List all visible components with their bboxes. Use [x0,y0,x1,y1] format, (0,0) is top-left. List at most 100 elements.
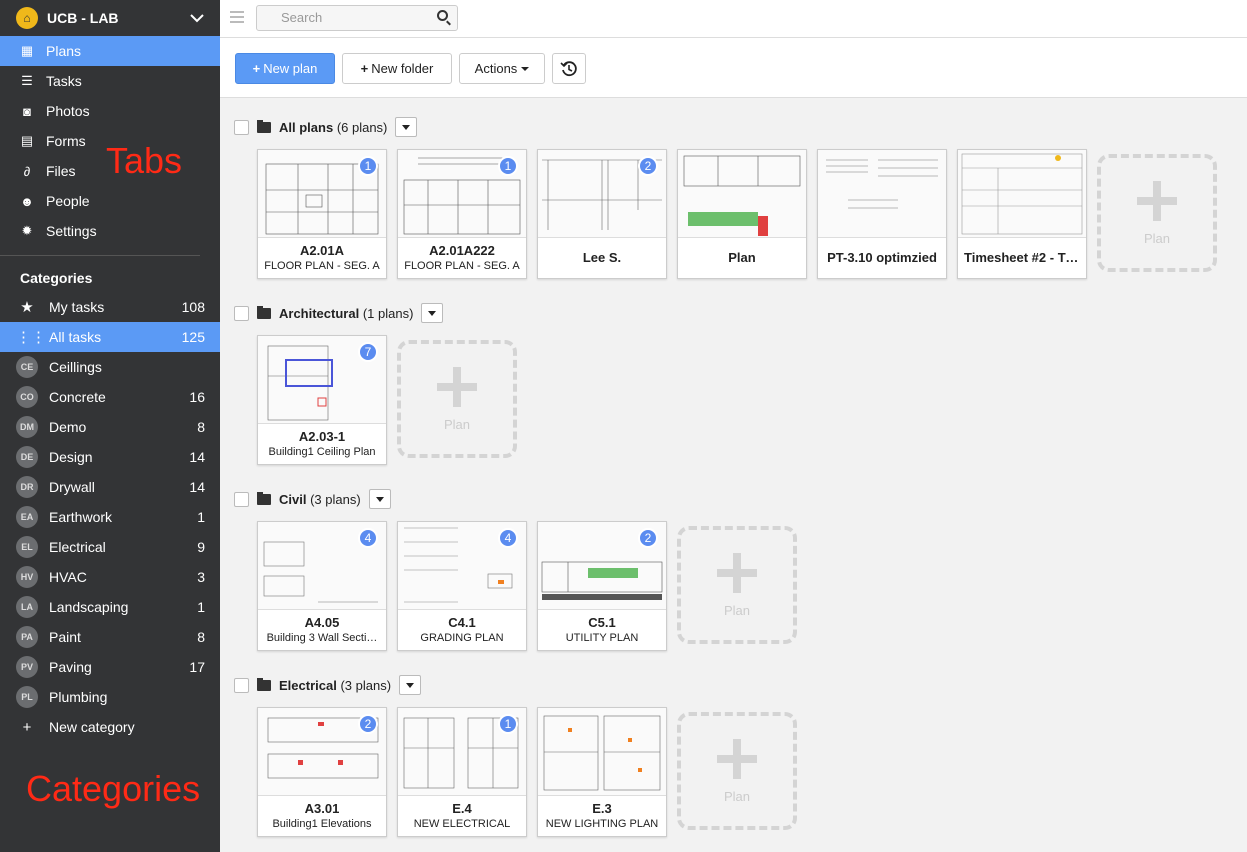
plan-description: Building1 Elevations [272,818,372,830]
category-plumbing[interactable]: PL Plumbing [0,682,220,712]
add-plan-button[interactable]: Plan [677,712,797,830]
folder-checkbox[interactable] [234,491,249,507]
category-demo[interactable]: DM Demo 8 [0,412,220,442]
plan-card[interactable]: Timesheet #2 - Ti… [957,149,1087,279]
folder-icon [257,119,271,133]
folder-dropdown-button[interactable] [399,675,422,695]
plan-card[interactable]: E.3 NEW LIGHTING PLAN [537,707,667,837]
plan-card[interactable]: 1 E.4 NEW ELECTRICAL [397,707,527,837]
plan-thumbnail: 1 [258,150,386,238]
annotation-tabs: Tabs [106,140,183,181]
sidebar-item-plans[interactable]: ▦ Plans [0,36,220,66]
new-folder-button[interactable]: + New folder [342,53,452,84]
add-plan-button[interactable]: Plan [1097,154,1217,272]
sidebar-item-label: Tasks [46,73,82,89]
category-label: Design [49,449,93,465]
plan-card[interactable]: 4 C4.1 GRADING PLAN [397,521,527,651]
category-design[interactable]: DE Design 14 [0,442,220,472]
plan-card[interactable]: 1 A2.01A222 FLOOR PLAN - SEG. A [397,149,527,279]
folder-dropdown-button[interactable] [421,303,444,323]
new-plan-button[interactable]: + New plan [235,53,335,84]
plan-card[interactable]: 2 C5.1 UTILITY PLAN [537,521,667,651]
folder-checkbox[interactable] [234,305,249,321]
category-avatar: DM [16,416,38,438]
plan-description: GRADING PLAN [420,632,504,644]
history-button[interactable] [552,53,586,84]
plan-card[interactable]: 4 A4.05 Building 3 Wall Secti… [257,521,387,651]
category-ceillings[interactable]: CE Ceillings [0,352,220,382]
add-plan-label: Plan [723,602,751,618]
add-plan-button[interactable]: Plan [397,340,517,458]
new-category-label: New category [49,719,135,735]
folder-dropdown-button[interactable] [368,489,391,509]
category-label: My tasks [49,299,105,315]
folder-icon [257,491,271,505]
sidebar: ⌂ UCB - LAB ▦ Plans ☰ Tasks ◙ Photos ▤ Forms… [0,0,220,852]
plan-card[interactable]: 7 A2.03-1 Building1 Ceiling Plan [257,335,387,465]
plus-icon: + [360,61,369,76]
sidebar-item-photos[interactable]: ◙ Photos [0,96,220,126]
folder-header-all-plans: All plans (6 plans) [234,117,418,137]
new-plan-label: New plan [263,61,318,76]
paperclip-icon: ∂ [23,163,31,179]
sidebar-item-label: Files [46,163,76,179]
folder-header-civil: Civil (3 plans) [234,489,391,509]
category-concrete[interactable]: CO Concrete 16 [0,382,220,412]
add-plan-button[interactable]: Plan [677,526,797,644]
category-label: Plumbing [49,689,108,705]
search-icon[interactable] [437,10,448,21]
folder-checkbox[interactable] [234,677,249,693]
plus-icon [717,738,757,779]
category-drywall[interactable]: DR Drywall 14 [0,472,220,502]
plan-name: E.4 [452,801,472,816]
sidebar-item-people[interactable]: ☻ People [0,186,220,216]
folder-count: (6 plans) [336,119,388,135]
plan-card[interactable]: PT-3.10 optimzied [817,149,947,279]
plan-name: E.3 [592,801,612,816]
plan-badge: 1 [498,156,518,176]
category-all-tasks[interactable]: ⋮⋮ All tasks 125 [0,322,220,352]
category-hvac[interactable]: HV HVAC 3 [0,562,220,592]
category-label: Concrete [49,389,106,405]
plan-thumbnail: 2 [538,522,666,610]
add-plan-label: Plan [443,416,471,432]
plan-card[interactable]: 2 Lee S. [537,149,667,279]
plan-badge: 2 [638,528,658,548]
hamburger-menu-icon[interactable] [230,11,244,23]
folder-checkbox[interactable] [234,119,249,135]
plus-icon: + [252,61,261,76]
actions-dropdown[interactable]: Actions [459,53,545,84]
folder-name: Architectural [279,305,360,321]
sidebar-item-tasks[interactable]: ☰ Tasks [0,66,220,96]
workspace-name: UCB - LAB [47,10,119,26]
plan-badge: 1 [358,156,378,176]
category-electrical[interactable]: EL Electrical 9 [0,532,220,562]
plan-name: A3.01 [304,801,340,816]
plan-name: PT-3.10 optimzied [827,250,937,265]
plan-card[interactable]: 2 A3.01 Building1 Elevations [257,707,387,837]
folder-count: (1 plans) [362,305,414,321]
new-category-button[interactable]: + New category [0,712,220,742]
category-avatar: CE [16,356,38,378]
sidebar-item-settings[interactable]: ✹ Settings [0,216,220,246]
category-paving[interactable]: PV Paving 17 [0,652,220,682]
plan-thumbnail: 7 [258,336,386,424]
plan-description: FLOOR PLAN - SEG. A [404,260,520,272]
plan-card[interactable]: 1 A2.01A FLOOR PLAN - SEG. A [257,149,387,279]
category-landscaping[interactable]: LA Landscaping 1 [0,592,220,622]
plans-area: All plans (6 plans) 1 A2.01A FLOOR PLAN - … [220,99,1247,852]
plan-name: A2.03-1 [298,429,346,444]
folder-dropdown-button[interactable] [395,117,418,137]
search-input[interactable]: Search [256,5,458,31]
category-count: 3 [197,569,205,585]
workspace-switcher[interactable]: ⌂ UCB - LAB [0,0,220,36]
list-icon: ☰ [21,73,33,88]
category-earthwork[interactable]: EA Earthwork 1 [0,502,220,532]
category-paint[interactable]: PA Paint 8 [0,622,220,652]
category-my-tasks[interactable]: ★ My tasks 108 [0,292,220,322]
category-avatar: PL [16,686,38,708]
plan-card[interactable]: Plan [677,149,807,279]
plan-thumbnail [958,150,1086,238]
chevron-down-icon[interactable] [190,10,204,26]
sidebar-item-label: People [46,193,90,209]
